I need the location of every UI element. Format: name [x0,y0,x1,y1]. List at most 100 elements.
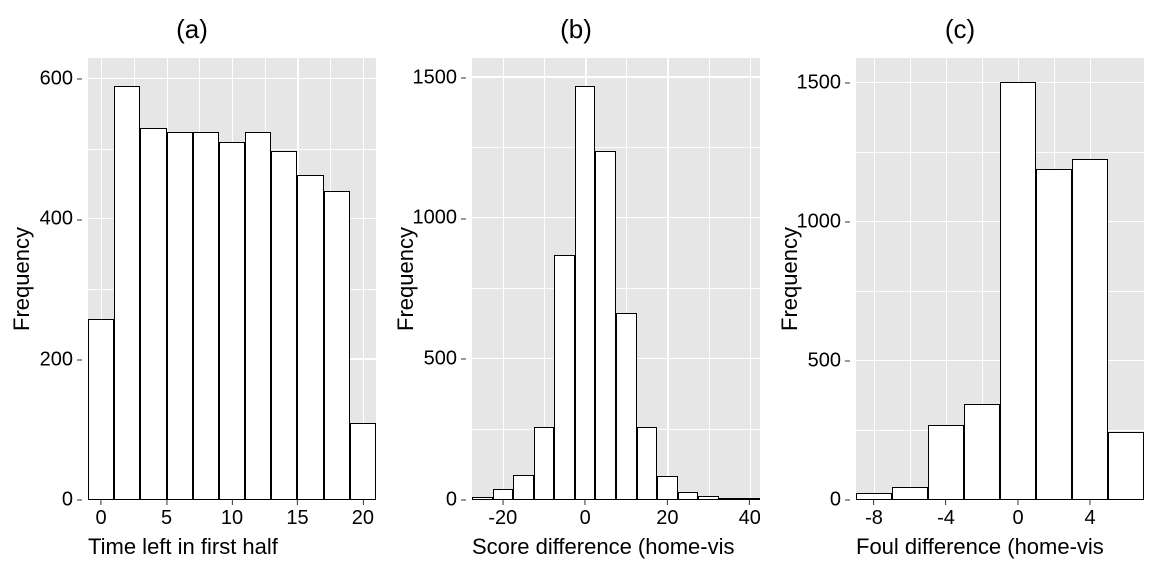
x-tick-label: 40 [739,507,760,529]
histogram-bar [140,128,166,500]
x-tick-label: -4 [937,507,955,529]
x-tick-label: 15 [286,507,308,529]
x-tick: 15 [286,500,308,530]
y-tick-label: 0 [830,489,841,511]
x-tick: -8 [865,500,883,530]
histogram-bar [928,425,964,500]
x-tick-label: -8 [865,507,883,529]
histogram-bar [297,175,323,500]
histogram-bar [964,404,1000,500]
histogram-bar [219,142,245,500]
x-axis-label: Score difference (home-vis [472,534,735,560]
plot-row: Frequency050010001500 [776,58,1144,500]
y-axis-label: Frequency [777,227,803,331]
histogram-bar [513,475,534,500]
bars [88,58,376,500]
histogram-bar [1000,82,1036,500]
histogram-bar [167,132,193,500]
panel-label: (b) [392,14,760,48]
x-tick: 4 [1084,500,1095,530]
y-tick-label: 200 [40,348,73,370]
histogram-bar [657,476,678,500]
y-tick: 1500 [797,72,851,95]
bars [856,58,1144,500]
chart-panel: (b)Frequency050010001500-2002040Score di… [384,0,768,576]
y-tick-label: 0 [446,489,457,511]
x-axis-label: Time left in first half [88,534,278,560]
x-tick-label: 5 [161,507,172,529]
histogram-bar [575,86,596,500]
bars [472,58,760,500]
plot-row: Frequency050010001500 [392,58,760,500]
x-tick-label: 20 [352,507,374,529]
x-tick: 5 [161,500,172,530]
y-tick-label: 500 [808,350,841,372]
y-tick-label: 1000 [413,207,458,229]
y-tick-label: 1500 [413,66,458,88]
y-tick-label: 1000 [797,211,842,233]
x-tick: 0 [96,500,107,530]
histogram-bar [534,427,555,500]
plot-area [88,58,376,500]
y-axis-label: Frequency [9,227,35,331]
histogram-figure: (a)Frequency020040060005101520Time left … [0,0,1152,576]
panel-label: (c) [776,14,1144,48]
y-tick-label: 500 [424,348,457,370]
chart-panel: (a) Frequency 0 200 400 600 0 5 10 15 20 Time left … [0,0,384,576]
y-tick: 500 [808,350,850,373]
histogram-bar [678,492,699,500]
chart-panel: (c)Frequency050010001500-8-404Foul diffe… [768,0,1152,576]
x-tick-label: 20 [656,507,678,529]
panel-label: (a) [8,14,376,48]
histogram-bar [271,151,297,500]
x-axis: 0 5 10 15 20 Time left in first half [88,500,376,566]
plot-area [472,58,760,500]
histogram-bar [595,151,616,500]
histogram-bar [1108,432,1144,500]
x-tick-label: 0 [96,507,107,529]
y-tick-label: 400 [40,208,73,230]
y-tick-column: 050010001500 [420,58,472,500]
histogram-bar [193,132,219,500]
x-tick: 40 [739,500,760,530]
y-tick-label: 600 [40,68,73,90]
x-axis-label: Foul difference (home-vis [856,534,1104,560]
y-tick-column: 0200400600 [36,58,88,500]
x-tick-label: 10 [221,507,243,529]
histogram-bar [856,493,892,500]
y-tick: 0 [62,489,82,512]
y-tick-label: 0 [62,489,73,511]
x-axis: -20 0 20 40Score difference (home-vis [472,500,760,566]
histogram-bar [1036,169,1072,500]
y-tick: 1000 [413,207,467,230]
y-tick: 0 [446,489,466,512]
histogram-bar [1072,159,1108,500]
plot-area [856,58,1144,500]
y-tick: 600 [40,68,82,91]
histogram-bar [114,86,140,500]
y-tick: 1000 [797,211,851,234]
y-tick: 400 [40,208,82,231]
x-tick: 20 [656,500,678,530]
x-tick: -20 [488,500,517,530]
x-axis: -8 -4 0 4 Foul difference (home-vis [856,500,1144,566]
x-tick-label: 0 [1012,507,1023,529]
x-tick-label: 0 [580,507,591,529]
y-tick-column: 050010001500 [804,58,856,500]
plot-row: Frequency0200400600 [8,58,376,500]
histogram-bar [324,191,350,500]
y-tick: 500 [424,348,466,371]
x-tick: 0 [1012,500,1023,530]
histogram-bar [493,489,514,500]
histogram-bar [245,132,271,500]
x-tick-label: 4 [1084,507,1095,529]
x-tick: 0 [580,500,591,530]
histogram-bar [350,423,376,500]
histogram-bar [554,255,575,500]
y-tick: 200 [40,348,82,371]
histogram-bar [637,427,658,500]
x-tick: 20 [352,500,374,530]
histogram-bar [616,313,637,500]
histogram-bar [892,487,928,500]
y-tick: 1500 [413,66,467,89]
